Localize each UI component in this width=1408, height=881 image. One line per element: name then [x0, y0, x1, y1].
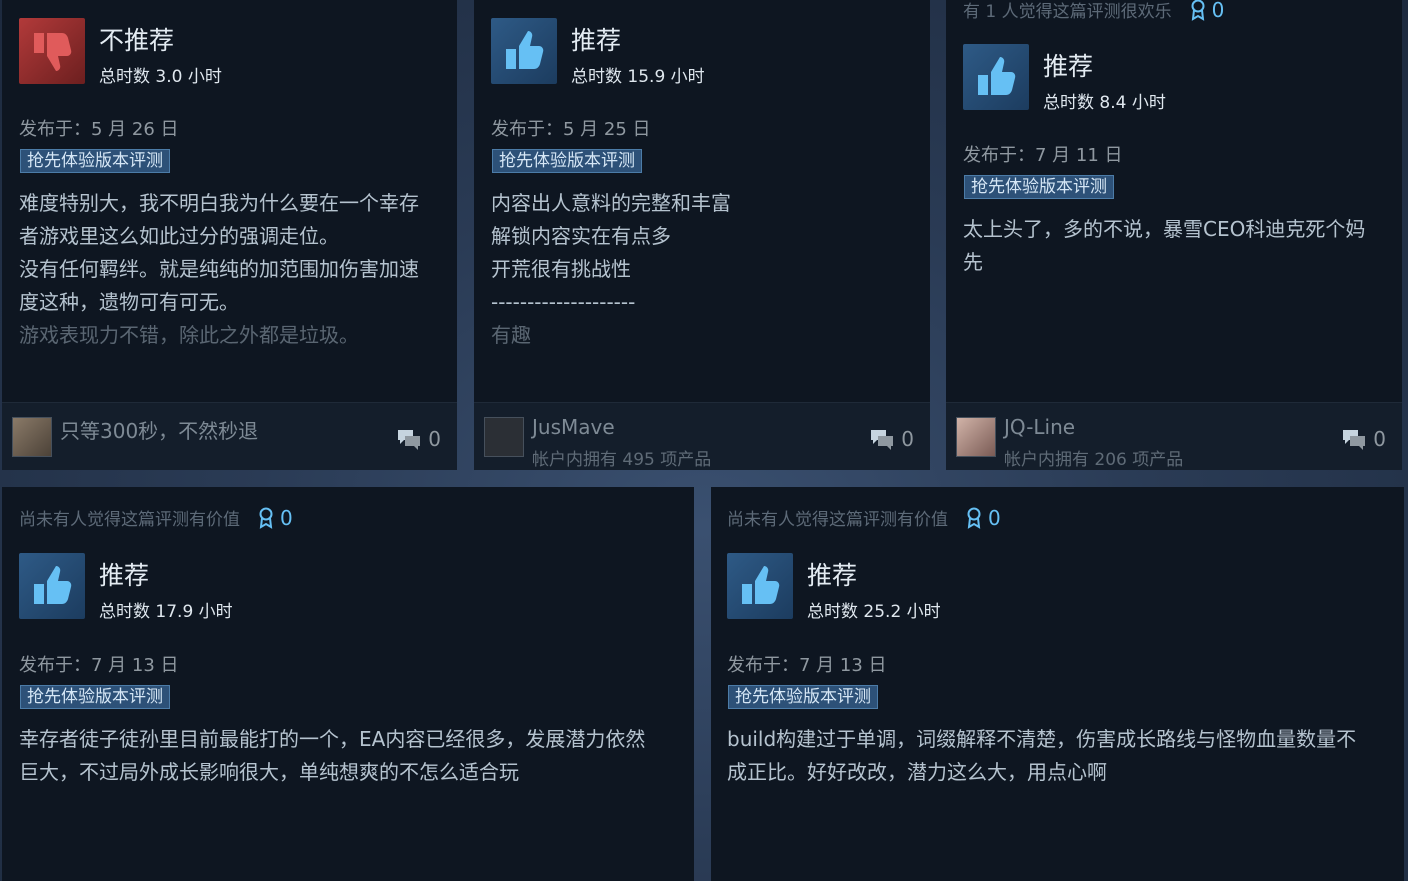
verdict-title: 不推荐 [99, 26, 175, 55]
playtime: 总时数 3.0 小时 [99, 67, 222, 87]
review-footer: 只等300秒，不然秒退 0 [2, 402, 457, 470]
comment-icon [398, 430, 421, 450]
award-button[interactable]: 0 [966, 506, 1001, 530]
comment-count: 0 [1373, 427, 1386, 451]
playtime: 总时数 8.4 小时 [1043, 93, 1166, 113]
review-text: 难度特别大，我不明白我为什么要在一个幸存 者游戏里这么如此过分的强调走位。 没有… [19, 187, 444, 352]
posted-date: 发布于：7 月 13 日 [19, 655, 179, 676]
playtime: 总时数 17.9 小时 [99, 602, 233, 622]
thumbs-up-icon [19, 553, 85, 619]
review-text: 太上头了，多的不说，暴雪CEO科迪克死个妈 先 [963, 213, 1388, 279]
review-line-faded: 有趣 [491, 323, 531, 347]
early-access-badge: 抢先体验版本评测 [20, 149, 170, 173]
thumbs-up-icon [491, 18, 557, 84]
avatar[interactable] [956, 417, 996, 457]
award-count: 0 [280, 505, 293, 530]
review-line: 解锁内容实在有点多 [491, 224, 671, 248]
review-header[interactable]: 推荐 总时数 8.4 小时 [963, 44, 1166, 113]
playtime: 总时数 15.9 小时 [571, 67, 705, 87]
review-card[interactable]: 尚未有人觉得这篇评测有价值 0 推荐 总时数 25.2 小时 发布于：7 月 1… [711, 487, 1404, 881]
review-text: 内容出人意料的完整和丰富 解锁内容实在有点多 开荒很有挑战性 ---------… [491, 187, 916, 352]
posted-date: 发布于：5 月 26 日 [19, 119, 179, 140]
award-icon [259, 507, 273, 529]
review-footer: JQ-Line 帐户内拥有 206 项产品 0 [946, 402, 1402, 470]
review-line: 者游戏里这么如此过分的强调走位。 [19, 224, 339, 248]
review-line: 巨大，不过局外成长影响很大，单纯想爽的不怎么适合玩 [19, 760, 519, 784]
review-line: 度这种，遗物可有可无。 [19, 290, 239, 314]
review-footer: JusMave 帐户内拥有 495 项产品 0 [474, 402, 930, 470]
early-access-badge: 抢先体验版本评测 [964, 175, 1114, 199]
review-text: 幸存者徒子徒孙里目前最能打的一个，EA内容已经很多，发展潜力依然 巨大，不过局外… [19, 723, 684, 789]
review-line: -------------------- [491, 290, 636, 314]
review-line: 开荒很有挑战性 [491, 257, 631, 281]
avatar[interactable] [12, 417, 52, 457]
verdict-title: 推荐 [807, 561, 858, 590]
review-line: 内容出人意料的完整和丰富 [491, 191, 731, 215]
review-card[interactable]: 有 1 人觉得这篇评测很欢乐 0 推荐 总时数 8.4 小时 发布于：7 月 1… [946, 0, 1402, 470]
review-line: build构建过于单调，词缀解释不清楚，伤害成长路线与怪物血量数量不 [727, 727, 1357, 751]
comment-icon [871, 430, 894, 450]
review-header[interactable]: 不推荐 总时数 3.0 小时 [19, 18, 222, 87]
review-line: 没有任何羁绊。就是纯纯的加范围加伤害加速 [19, 257, 419, 281]
award-button[interactable]: 0 [258, 506, 293, 530]
owned-products: 帐户内拥有 206 项产品 [1004, 450, 1184, 470]
review-card[interactable]: 不推荐 总时数 3.0 小时 发布于：5 月 26 日 抢先体验版本评测 难度特… [2, 0, 457, 470]
review-header[interactable]: 推荐 总时数 25.2 小时 [727, 553, 941, 622]
review-line: 难度特别大，我不明白我为什么要在一个幸存 [19, 191, 419, 215]
posted-date: 发布于：5 月 25 日 [491, 119, 651, 140]
comment-icon [1343, 430, 1366, 450]
owned-products: 帐户内拥有 495 项产品 [532, 450, 712, 470]
helpful-text: 有 1 人觉得这篇评测很欢乐 [963, 2, 1172, 22]
comments-button[interactable]: 0 [869, 427, 914, 451]
playtime: 总时数 25.2 小时 [807, 602, 941, 622]
author-name[interactable]: JusMave [532, 415, 615, 439]
award-count: 0 [1211, 0, 1225, 22]
award-icon [967, 507, 981, 529]
thumbs-up-icon [727, 553, 793, 619]
avatar[interactable] [484, 417, 524, 457]
review-text: build构建过于单调，词缀解释不清楚，伤害成长路线与怪物血量数量不 成正比。好… [727, 723, 1392, 789]
review-line: 成正比。好好改改，潜力这么大，用点心啊 [727, 760, 1107, 784]
verdict-title: 推荐 [1043, 52, 1094, 81]
verdict-title: 推荐 [99, 561, 150, 590]
helpful-info: 尚未有人觉得这篇评测有价值 0 [727, 505, 1001, 531]
review-line: 幸存者徒子徒孙里目前最能打的一个，EA内容已经很多，发展潜力依然 [19, 727, 646, 751]
review-line-faded: 游戏表现力不错，除此之外都是垃圾。 [19, 323, 359, 347]
posted-date: 发布于：7 月 13 日 [727, 655, 887, 676]
verdict-title: 推荐 [571, 26, 622, 55]
review-card[interactable]: 尚未有人觉得这篇评测有价值 0 推荐 总时数 17.9 小时 发布于：7 月 1… [2, 487, 694, 881]
award-icon [1191, 0, 1205, 21]
comments-button[interactable]: 0 [1341, 427, 1386, 451]
award-count: 0 [988, 505, 1001, 530]
review-card[interactable]: 推荐 总时数 15.9 小时 发布于：5 月 25 日 抢先体验版本评测 内容出… [474, 0, 930, 470]
comments-button[interactable]: 0 [396, 427, 441, 451]
comment-count: 0 [428, 427, 441, 451]
review-header[interactable]: 推荐 总时数 17.9 小时 [19, 553, 233, 622]
posted-date: 发布于：7 月 11 日 [963, 145, 1123, 166]
helpful-info: 尚未有人觉得这篇评测有价值 0 [19, 505, 293, 531]
author-name[interactable]: 只等300秒，不然秒退 [60, 415, 258, 444]
review-line: 先 [963, 250, 983, 274]
comment-count: 0 [901, 427, 914, 451]
helpful-info: 有 1 人觉得这篇评测很欢乐 0 [963, 0, 1224, 22]
early-access-badge: 抢先体验版本评测 [20, 685, 170, 709]
early-access-badge: 抢先体验版本评测 [728, 685, 878, 709]
author-name[interactable]: JQ-Line [1004, 415, 1075, 439]
review-line: 太上头了，多的不说，暴雪CEO科迪克死个妈 [963, 217, 1366, 241]
thumbs-up-icon [963, 44, 1029, 110]
early-access-badge: 抢先体验版本评测 [492, 149, 642, 173]
thumbs-down-icon [19, 18, 85, 84]
award-button[interactable]: 0 [1190, 0, 1225, 22]
helpful-text: 尚未有人觉得这篇评测有价值 [19, 510, 240, 530]
review-header[interactable]: 推荐 总时数 15.9 小时 [491, 18, 705, 87]
helpful-text: 尚未有人觉得这篇评测有价值 [727, 510, 948, 530]
